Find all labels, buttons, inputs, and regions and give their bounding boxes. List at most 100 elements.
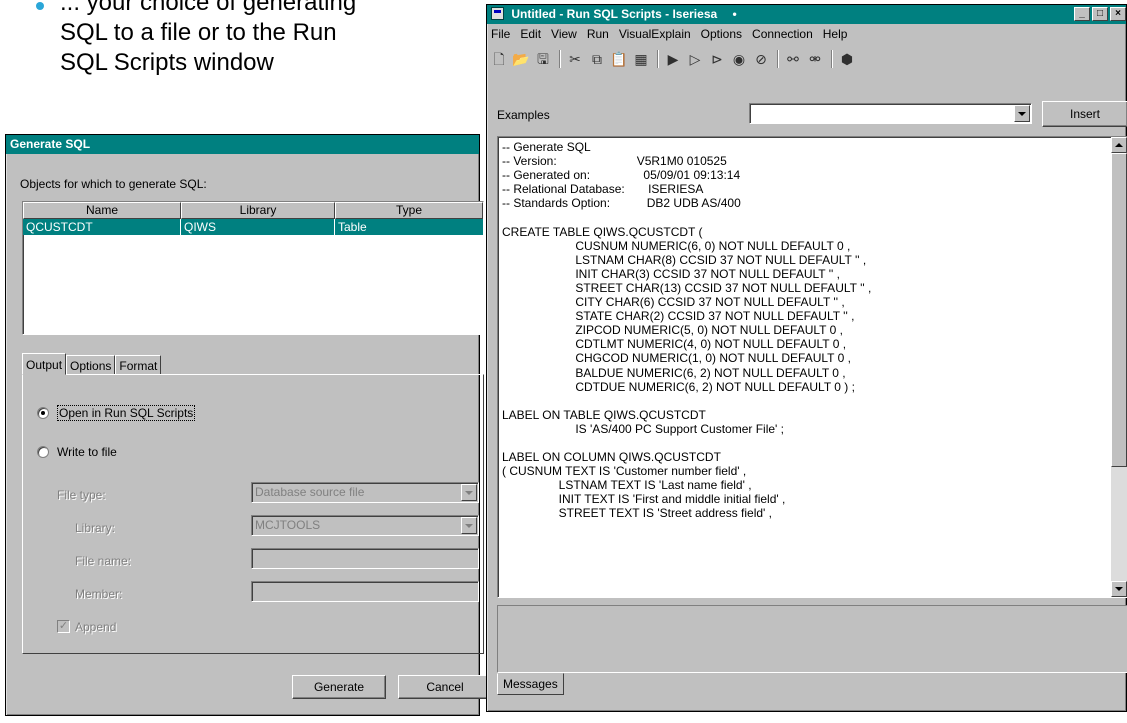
sql-line: CREATE TABLE QIWS.QCUSTCDT ( [502,224,703,239]
column-header-type[interactable]: Type [335,202,483,219]
sql-line: -- Standards Option: DB2 UDB AS/400 [502,196,741,211]
sql-editor[interactable]: -- Generate SQL -- Version: V5R1M0 010525… [497,136,1127,598]
slide-bullet-text: ... your choice of generating SQL to a f… [36,0,480,78]
run-sql-app-icon [491,7,504,20]
write-to-file-radio[interactable] [37,446,49,458]
sql-line [502,394,1109,408]
examples-label: Examples [497,108,550,122]
column-header-library[interactable]: Library [181,202,335,219]
menu-view[interactable]: View [551,24,577,44]
menu-connection[interactable]: Connection [752,24,813,44]
sql-line: ZIPCOD NUMERIC(5, 0) NOT NULL DEFAULT 0 … [502,323,843,338]
chevron-down-icon[interactable] [1014,105,1030,122]
tab-options[interactable]: Options [66,355,116,375]
menu-visualexplain[interactable]: VisualExplain [619,24,691,44]
dialog-titlebar[interactable]: Generate SQL [6,135,479,154]
sql-line: LABEL ON TABLE QIWS.QCUSTCDT [502,407,706,422]
connect-icon[interactable]: ⬢ [837,49,857,69]
menu-help[interactable]: Help [823,24,848,44]
chevron-down-icon[interactable] [461,484,477,501]
file-name-field[interactable] [251,548,479,569]
library-label: Library: [75,521,116,535]
tab-messages[interactable]: Messages [497,673,564,695]
tab-format[interactable]: Format [115,355,162,375]
new-icon[interactable]: 🗋 [489,49,509,69]
objects-label: Objects for which to generate SQL: [20,177,207,191]
table-header: Name Library Type [23,202,483,219]
cancel-button[interactable]: Cancel [398,675,492,699]
visual-explain-icon[interactable]: ⚯ [783,49,803,69]
copy-icon[interactable]: ⧉ [587,49,607,69]
sql-line: BALDUE NUMERIC(6, 2) NOT NULL DEFAULT 0 … [502,365,846,380]
scroll-down-icon[interactable] [1111,581,1127,597]
sql-line: CITY CHAR(6) CCSID 37 NOT NULL DEFAULT '… [502,295,845,310]
messages-area[interactable] [497,605,1127,673]
sql-line: INIT CHAR(3) CCSID 37 NOT NULL DEFAULT '… [502,266,840,281]
table-row[interactable]: QCUSTCDT QIWS Table [23,219,483,235]
toolbar-separator [657,50,659,68]
row-library: QIWS [181,219,335,235]
output-tab-panel: Open in Run SQL Scripts Write to file Fi… [22,374,484,654]
toolbar: 🗋 📂 🖫 ✂ ⧉ 📋 ▦ ▶ ▷ ⊳ ◉ ⊘ ⚯ ⚮ ⬢ [489,47,859,71]
sql-line: LSTNAM TEXT IS 'Last name field' , [502,478,752,493]
maximize-icon[interactable]: □ [1092,7,1108,21]
member-field[interactable] [251,581,479,602]
save-icon[interactable]: 🖫 [533,49,553,69]
sql-line: STATE CHAR(2) CCSID 37 NOT NULL DEFAULT … [502,309,855,324]
close-icon[interactable]: × [1110,7,1126,21]
run-all-icon[interactable]: ▶ [663,49,683,69]
generate-button[interactable]: Generate [292,675,386,699]
open-in-run-sql-option[interactable]: Open in Run SQL Scripts [37,405,196,421]
paste-icon[interactable]: 📋 [609,49,629,69]
insert-sql-icon[interactable]: ▦ [631,49,651,69]
menu-bar: File Edit View Run VisualExplain Options… [487,24,1126,44]
sql-line: -- Generated on: 05/09/01 09:13:14 [502,168,741,183]
library-dropdown[interactable]: MCJTOOLS [251,515,479,536]
run-selected-icon[interactable]: ⊳ [707,49,727,69]
run-and-explain-icon[interactable]: ⚮ [805,49,825,69]
examples-dropdown[interactable] [749,103,1032,124]
sql-line: CHGCOD NUMERIC(1, 0) NOT NULL DEFAULT 0 … [502,351,851,366]
sql-script-text[interactable]: -- Generate SQL -- Version: V5R1M0 010525… [502,140,1109,597]
file-type-value: Database source file [255,485,365,499]
write-to-file-label: Write to file [57,445,117,459]
append-label: Append [75,620,117,634]
generate-sql-dialog: Generate SQL Objects for which to genera… [5,134,492,716]
dialog-title: Generate SQL [10,137,91,151]
toolbar-separator [831,50,833,68]
objects-table: Name Library Type QCUSTCDT QIWS Table [22,201,484,335]
toolbar-separator [777,50,779,68]
file-type-dropdown[interactable]: Database source file [251,482,479,503]
menu-file[interactable]: File [491,24,510,44]
cut-icon[interactable]: ✂ [565,49,585,69]
vertical-scrollbar[interactable] [1111,137,1127,597]
sql-line: -- Version: V5R1M0 010525 [502,154,727,169]
column-header-name[interactable]: Name [23,202,181,219]
run-from-selected-icon[interactable]: ▷ [685,49,705,69]
write-to-file-option[interactable]: Write to file [37,445,117,459]
tab-output[interactable]: Output [22,353,67,375]
insert-button[interactable]: Insert [1042,101,1127,127]
open-icon[interactable]: 📂 [511,49,531,69]
sql-line: CDTDUE NUMERIC(6, 2) NOT NULL DEFAULT 0 … [502,379,855,394]
cancel-icon[interactable]: ⊘ [751,49,771,69]
window-titlebar[interactable]: Untitled - Run SQL Scripts - Iseriesa • … [487,5,1126,24]
sql-line [502,210,1109,224]
append-checkbox[interactable]: ✓ [57,620,70,633]
scroll-up-icon[interactable] [1111,137,1127,153]
chevron-down-icon[interactable] [461,517,477,534]
window-controls: _ □ × [1072,7,1126,21]
sql-line: LSTNAM CHAR(8) CCSID 37 NOT NULL DEFAULT… [502,252,867,267]
menu-run[interactable]: Run [587,24,609,44]
open-in-run-sql-radio[interactable] [37,407,49,419]
sql-line: STREET TEXT IS 'Street address field' , [502,506,773,521]
scroll-thumb[interactable] [1111,153,1127,467]
menu-edit[interactable]: Edit [520,24,541,44]
sql-line: LABEL ON COLUMN QIWS.QCUSTCDT [502,450,721,465]
slide-line-3: SQL Scripts window [60,49,274,76]
sql-line: ( CUSNUM TEXT IS 'Customer number field'… [502,464,747,479]
slide-line-2: SQL to a file or to the Run [60,19,337,46]
menu-options[interactable]: Options [701,24,742,44]
stop-icon[interactable]: ◉ [729,49,749,69]
minimize-icon[interactable]: _ [1074,7,1090,21]
